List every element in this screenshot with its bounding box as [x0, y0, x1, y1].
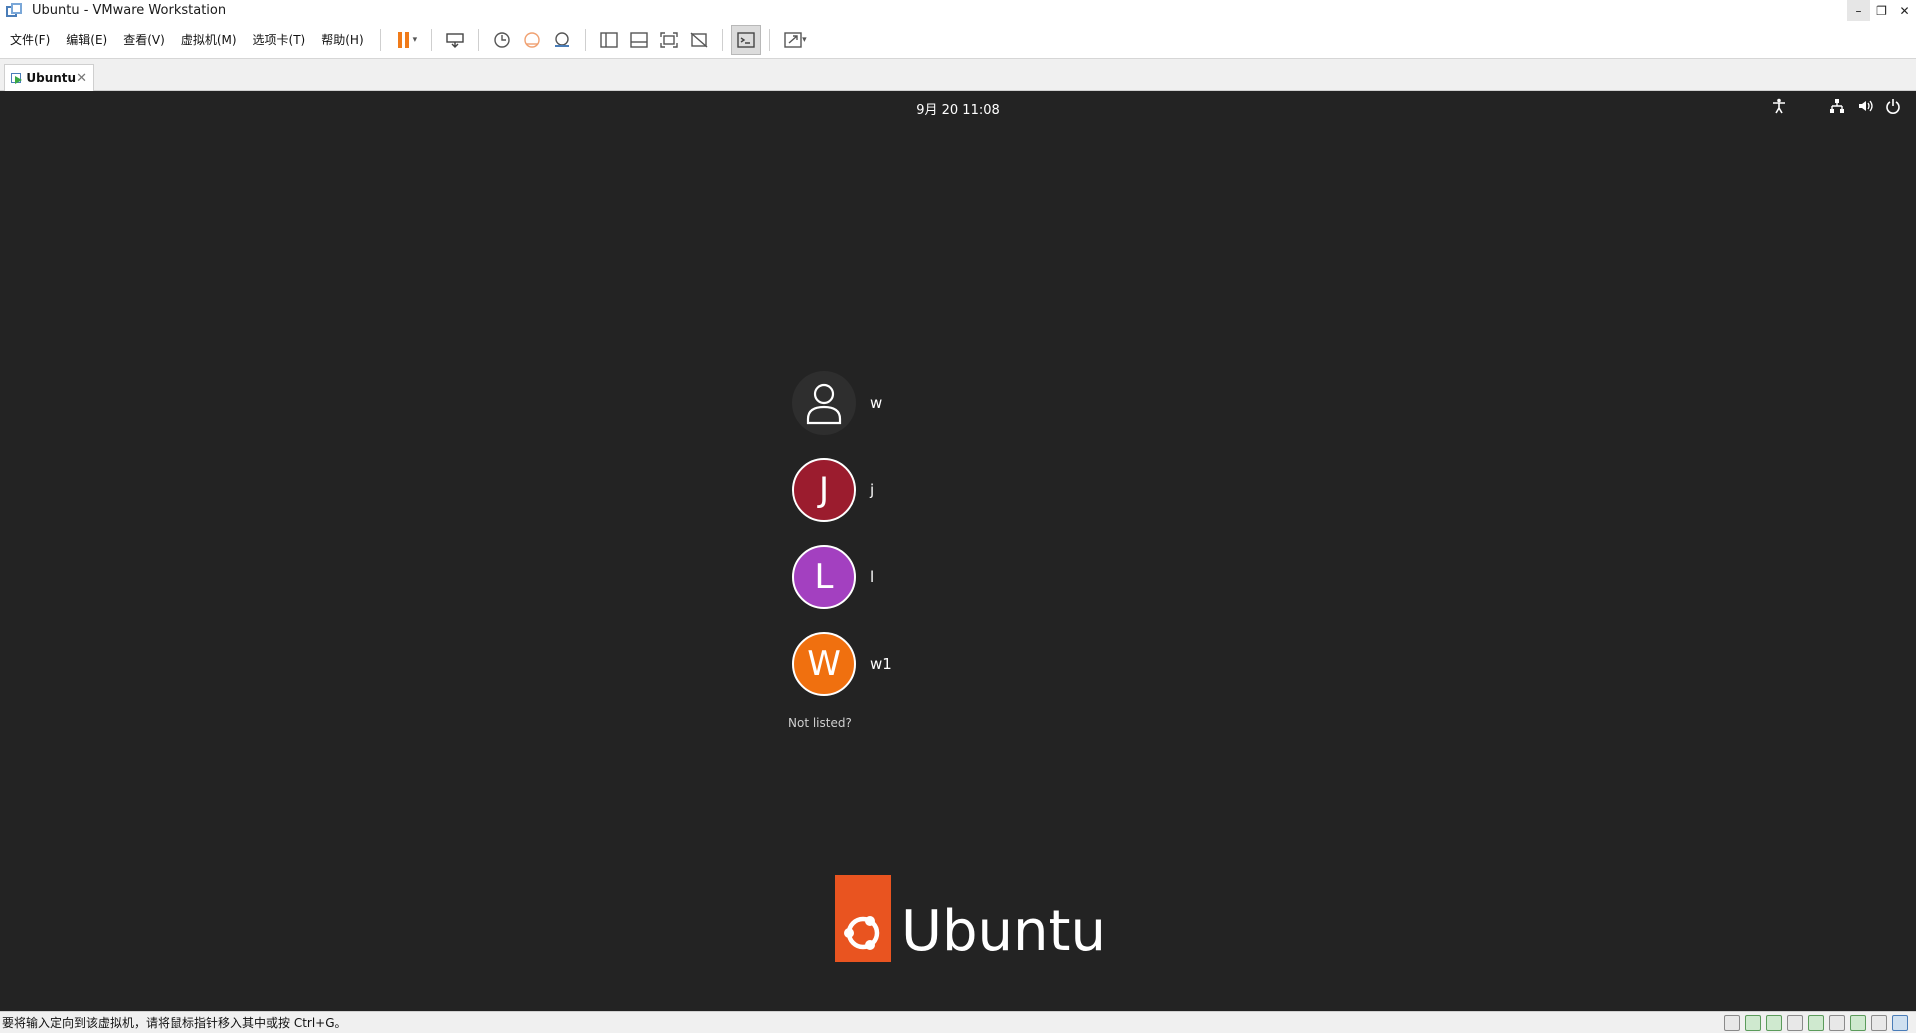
- user-silhouette-icon: [806, 383, 842, 425]
- snapshot-manager-icon[interactable]: [547, 25, 577, 55]
- tab-ubuntu[interactable]: Ubuntu ✕: [4, 64, 94, 91]
- show-library-icon[interactable]: [594, 25, 624, 55]
- tab-close-icon[interactable]: ✕: [76, 71, 87, 86]
- menu-help[interactable]: 帮助(H): [313, 31, 371, 48]
- accessibility-icon[interactable]: [1770, 97, 1788, 115]
- usb-icon[interactable]: [1787, 1015, 1803, 1031]
- toolbar-separator: [478, 28, 480, 51]
- minimize-button[interactable]: –: [1847, 0, 1870, 21]
- restore-button[interactable]: ❐: [1870, 0, 1893, 21]
- title-bar: Ubuntu - VMware Workstation – ❐ ✕: [0, 0, 1916, 21]
- volume-icon[interactable]: [1856, 97, 1874, 115]
- user-item-w1[interactable]: W w1: [792, 632, 892, 696]
- vmware-app-icon: [6, 2, 22, 19]
- user-avatar: W: [792, 632, 856, 696]
- user-name: w1: [870, 655, 892, 673]
- send-ctrl-alt-del-icon[interactable]: [440, 25, 470, 55]
- power-icon[interactable]: [1884, 97, 1902, 115]
- vm-screen[interactable]: 9月 20 11:08 w J j L l W w1 Not listed? U…: [0, 91, 1916, 1011]
- toolbar-separator: [769, 28, 771, 51]
- full-screen-icon[interactable]: [654, 25, 684, 55]
- unity-mode-icon[interactable]: [684, 25, 714, 55]
- revert-snapshot-icon[interactable]: [517, 25, 547, 55]
- menu-tabs[interactable]: 选项卡(T): [245, 31, 314, 48]
- user-avatar: L: [792, 545, 856, 609]
- message-log-icon[interactable]: [1871, 1015, 1887, 1031]
- toolbar-separator: [722, 28, 724, 51]
- printer-icon[interactable]: [1829, 1015, 1845, 1031]
- user-item-w[interactable]: w: [792, 371, 892, 435]
- cd-dvd-icon[interactable]: [1745, 1015, 1761, 1031]
- user-item-l[interactable]: L l: [792, 545, 892, 609]
- toolbar-separator: [379, 28, 381, 51]
- user-name: w: [870, 394, 883, 412]
- status-message: 要将输入定向到该虚拟机，请将鼠标指针移入其中或按 Ctrl+G。: [2, 1016, 347, 1030]
- vm-running-icon: [11, 71, 22, 85]
- ubuntu-logo: Ubuntu: [835, 875, 1106, 962]
- network-adapter-icon[interactable]: [1766, 1015, 1782, 1031]
- top-bar-clock[interactable]: 9月 20 11:08: [0, 99, 1916, 118]
- user-avatar: J: [792, 458, 856, 522]
- ubuntu-wordmark: Ubuntu: [901, 899, 1106, 964]
- close-button[interactable]: ✕: [1893, 0, 1916, 21]
- menu-view[interactable]: 查看(V): [115, 31, 173, 48]
- toolbar-separator: [431, 28, 433, 51]
- pause-dropdown-icon[interactable]: ▾: [413, 35, 418, 45]
- display-icon[interactable]: [1850, 1015, 1866, 1031]
- user-list: w J j L l W w1: [792, 371, 892, 719]
- vm-settings-icon[interactable]: [1892, 1015, 1908, 1031]
- menu-toolbar: 文件(F) 编辑(E) 查看(V) 虚拟机(M) 选项卡(T) 帮助(H) ▾ …: [0, 21, 1916, 59]
- system-tray: [1760, 97, 1902, 115]
- console-view-icon[interactable]: [731, 24, 762, 55]
- device-status-icons: [1719, 1015, 1908, 1031]
- status-bar: 要将输入定向到该虚拟机，请将鼠标指针移入其中或按 Ctrl+G。: [0, 1011, 1916, 1033]
- user-name: l: [870, 568, 875, 586]
- user-item-j[interactable]: J j: [792, 458, 892, 522]
- ubuntu-circle-of-friends-icon: [835, 875, 891, 962]
- sound-card-icon[interactable]: [1808, 1015, 1824, 1031]
- snapshot-icon[interactable]: [487, 25, 517, 55]
- user-avatar-generic: [792, 371, 856, 435]
- menu-vm[interactable]: 虚拟机(M): [173, 31, 245, 48]
- window-controls: – ❐ ✕: [1847, 0, 1916, 21]
- not-listed-link[interactable]: Not listed?: [788, 716, 852, 730]
- tab-label: Ubuntu: [26, 71, 77, 85]
- toolbar-separator: [585, 28, 587, 51]
- show-thumbnail-icon[interactable]: [624, 25, 654, 55]
- stretch-dropdown-icon[interactable]: ▾: [802, 35, 807, 45]
- network-icon[interactable]: [1828, 97, 1846, 115]
- tab-bar: Ubuntu ✕: [0, 59, 1916, 91]
- user-name: j: [870, 481, 875, 499]
- hard-disk-icon[interactable]: [1724, 1015, 1740, 1031]
- window-title: Ubuntu - VMware Workstation: [32, 3, 227, 18]
- menu-file[interactable]: 文件(F): [0, 31, 58, 48]
- menu-edit[interactable]: 编辑(E): [58, 31, 115, 48]
